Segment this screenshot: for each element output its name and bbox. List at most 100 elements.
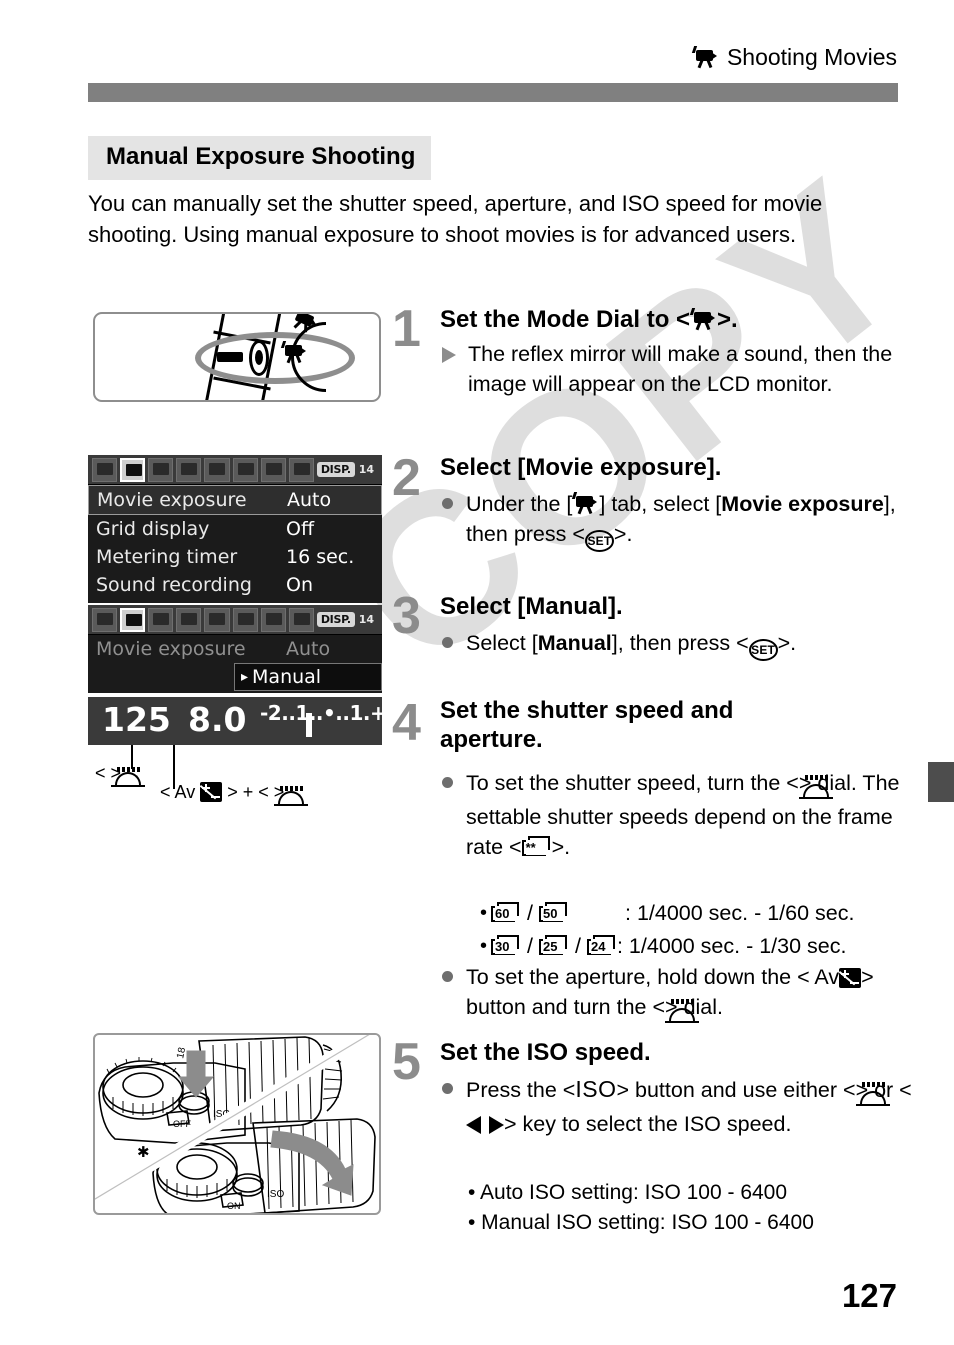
- svg-text:OFF: OFF: [173, 1119, 191, 1129]
- menu-row-value: On: [286, 574, 313, 596]
- iso-button-icon: ISO: [575, 1076, 617, 1102]
- manual-page: COPY Shooting Movies Manual Exposure Sho…: [0, 0, 954, 1345]
- dot-bullet-icon: [442, 637, 453, 648]
- movie-exposure-dropdown-screen[interactable]: DISP. 14 Movie exposure Auto ▸ Manual: [88, 605, 382, 693]
- camera-line-art: 18 ISO ISO OFF ON ✱: [95, 1035, 379, 1213]
- step-3-body-text: Select [Manual], then press < SET >.: [466, 628, 912, 661]
- intro-paragraph: You can manually set the shutter speed, …: [88, 191, 823, 247]
- svg-text:18: 18: [175, 1046, 188, 1060]
- menu-tab-1[interactable]: [92, 457, 118, 482]
- step-1-heading-post: >.: [717, 306, 738, 333]
- step-2-text-d: >.: [613, 522, 633, 546]
- movie-menu-screen[interactable]: DISP. 14 Movie exposure Auto Grid displa…: [88, 455, 382, 603]
- dropdown-option-label: Manual: [252, 666, 322, 688]
- step-number-5: 5: [392, 1033, 421, 1091]
- step-2-body: Under the [] tab, select [Movie exposure…: [442, 489, 912, 552]
- disp-label: DISP.: [316, 462, 355, 477]
- menu-tab-6[interactable]: [232, 457, 258, 482]
- step-1-heading: Set the Mode Dial to < >.: [440, 305, 920, 334]
- step-3-text-c: >.: [777, 631, 797, 655]
- step-4-heading: Set the shutter speed and aperture.: [440, 697, 734, 753]
- dot-bullet-icon: [442, 498, 453, 509]
- menu-row-metering-timer[interactable]: Metering timer 16 sec.: [88, 543, 382, 571]
- aperture-value: 8.0: [188, 700, 247, 739]
- menu-tab-3[interactable]: [148, 607, 174, 632]
- step-4-bullet-1-text: To set the shutter speed, turn the < > di…: [466, 768, 912, 862]
- disp-number: 14: [358, 613, 375, 626]
- step-4-bullet-2-text: To set the aperture, hold down the < Av >…: [466, 962, 922, 1026]
- step-4-bullet-2: To set the aperture, hold down the < Av >…: [442, 962, 922, 1026]
- step-3-heading: Select [Manual].: [440, 593, 623, 620]
- step-5-body: Press the <ISO> button and use either < >…: [442, 1074, 922, 1139]
- s5-a: Press the <: [466, 1078, 576, 1102]
- shutter-speed-value: 125: [102, 700, 171, 739]
- frame-rate-list: • 60 / 50 : 1/4000 sec. - 1/60 sec. • 30…: [480, 898, 920, 961]
- menu-row-sound-recording[interactable]: Sound recording On: [88, 571, 382, 599]
- main-dial-callout: < >: [95, 763, 145, 788]
- dropdown-option-manual[interactable]: ▸ Manual: [234, 663, 382, 691]
- triangle-bullet-icon: [442, 347, 456, 363]
- menu-tab-bar[interactable]: DISP. 14: [88, 455, 382, 485]
- step-3-body: Select [Manual], then press < SET >.: [442, 628, 912, 661]
- menu-tab-movie-active[interactable]: [120, 607, 146, 632]
- menu-tab-4[interactable]: [176, 607, 202, 632]
- menu-tab-4[interactable]: [176, 457, 202, 482]
- frame-rate-row-2: • 30 / 25 / 24 : 1/4000 sec. - 1/30 sec.: [480, 931, 920, 961]
- frame-rate-icon-60: 60: [491, 902, 521, 924]
- av-callout-plus: > + <: [227, 782, 269, 802]
- frame-rate-icon-50: 50: [539, 902, 569, 924]
- iso-range-list: • Auto ISO setting: ISO 100 - 6400 • Man…: [468, 1178, 928, 1238]
- step-2-text-a: Under the [: [466, 492, 573, 516]
- s4b2-a: To set the aperture, hold down the < Av: [466, 965, 840, 989]
- iso-button-camera-illustration: 18 ISO ISO OFF ON ✱: [93, 1033, 381, 1215]
- menu-row-label: Movie exposure: [97, 489, 247, 511]
- step-3-text-b: ], then press <: [611, 631, 749, 655]
- menu-tab-5[interactable]: [204, 457, 230, 482]
- leader-line-dial: [131, 745, 133, 769]
- page-header: Shooting Movies: [691, 44, 897, 71]
- step-4-bullet-1: To set the shutter speed, turn the < > di…: [442, 768, 912, 862]
- menu-tab-8[interactable]: [288, 457, 314, 482]
- menu-row-grid-display[interactable]: Grid display Off: [88, 515, 382, 543]
- menu-row-label: Sound recording: [96, 574, 252, 596]
- svg-text:ISO: ISO: [267, 1189, 284, 1200]
- exposure-compensation-icon: [199, 782, 223, 802]
- menu-tab-8[interactable]: [288, 607, 314, 632]
- highlight-ellipse: [195, 332, 355, 384]
- exposure-compensation-icon: [838, 968, 862, 988]
- step-number-1: 1: [392, 300, 421, 358]
- movie-menu-tab-icon: [572, 492, 599, 515]
- menu-tab-6[interactable]: [232, 607, 258, 632]
- step-2-body-text: Under the [] tab, select [Movie exposure…: [466, 489, 912, 552]
- menu-tab-1[interactable]: [92, 607, 118, 632]
- step-1-body: The reflex mirror will make a sound, the…: [442, 339, 902, 399]
- frame-rate-row-1: • 60 / 50 : 1/4000 sec. - 1/60 sec.: [480, 898, 920, 928]
- left-right-key-icon: [466, 1116, 504, 1134]
- step-1-heading-pre: Set the Mode Dial to <: [440, 306, 691, 333]
- menu-tab-7[interactable]: [260, 607, 286, 632]
- dot-bullet-icon: [442, 971, 453, 982]
- menu-row-label: Movie exposure: [96, 638, 246, 660]
- movie-camera-icon: [689, 308, 717, 331]
- menu-tab-5[interactable]: [204, 607, 230, 632]
- section-heading: Manual Exposure Shooting: [88, 136, 432, 180]
- page-number: 127: [841, 1277, 897, 1314]
- set-button-icon: SET: [748, 639, 778, 661]
- menu-tab-movie-active[interactable]: [120, 457, 146, 482]
- menu-row-movie-exposure-dim[interactable]: Movie exposure Auto: [88, 635, 382, 663]
- menu-row-value: Auto: [286, 638, 331, 660]
- s4b1-c: >.: [551, 835, 571, 859]
- menu-tab-bar-2[interactable]: DISP. 14: [88, 605, 382, 635]
- shutter-aperture-display: 125 8.0 -2..1..•..1.+2: [88, 697, 400, 745]
- step-number-3: 3: [392, 587, 421, 645]
- s4b1-a: To set the shutter speed, turn the <: [466, 771, 799, 795]
- callout-bracket-open: <: [95, 763, 106, 783]
- menu-tab-3[interactable]: [148, 457, 174, 482]
- av-dial-callout: < Av > + < >: [160, 782, 308, 807]
- header-rule: [88, 83, 898, 102]
- iso-auto-range: • Auto ISO setting: ISO 100 - 6400: [468, 1181, 788, 1204]
- menu-row-value: 16 sec.: [286, 546, 355, 568]
- menu-row-movie-exposure[interactable]: Movie exposure Auto: [88, 485, 382, 515]
- exposure-level-scale: -2..1..•..1.+2: [260, 701, 400, 725]
- menu-tab-7[interactable]: [260, 457, 286, 482]
